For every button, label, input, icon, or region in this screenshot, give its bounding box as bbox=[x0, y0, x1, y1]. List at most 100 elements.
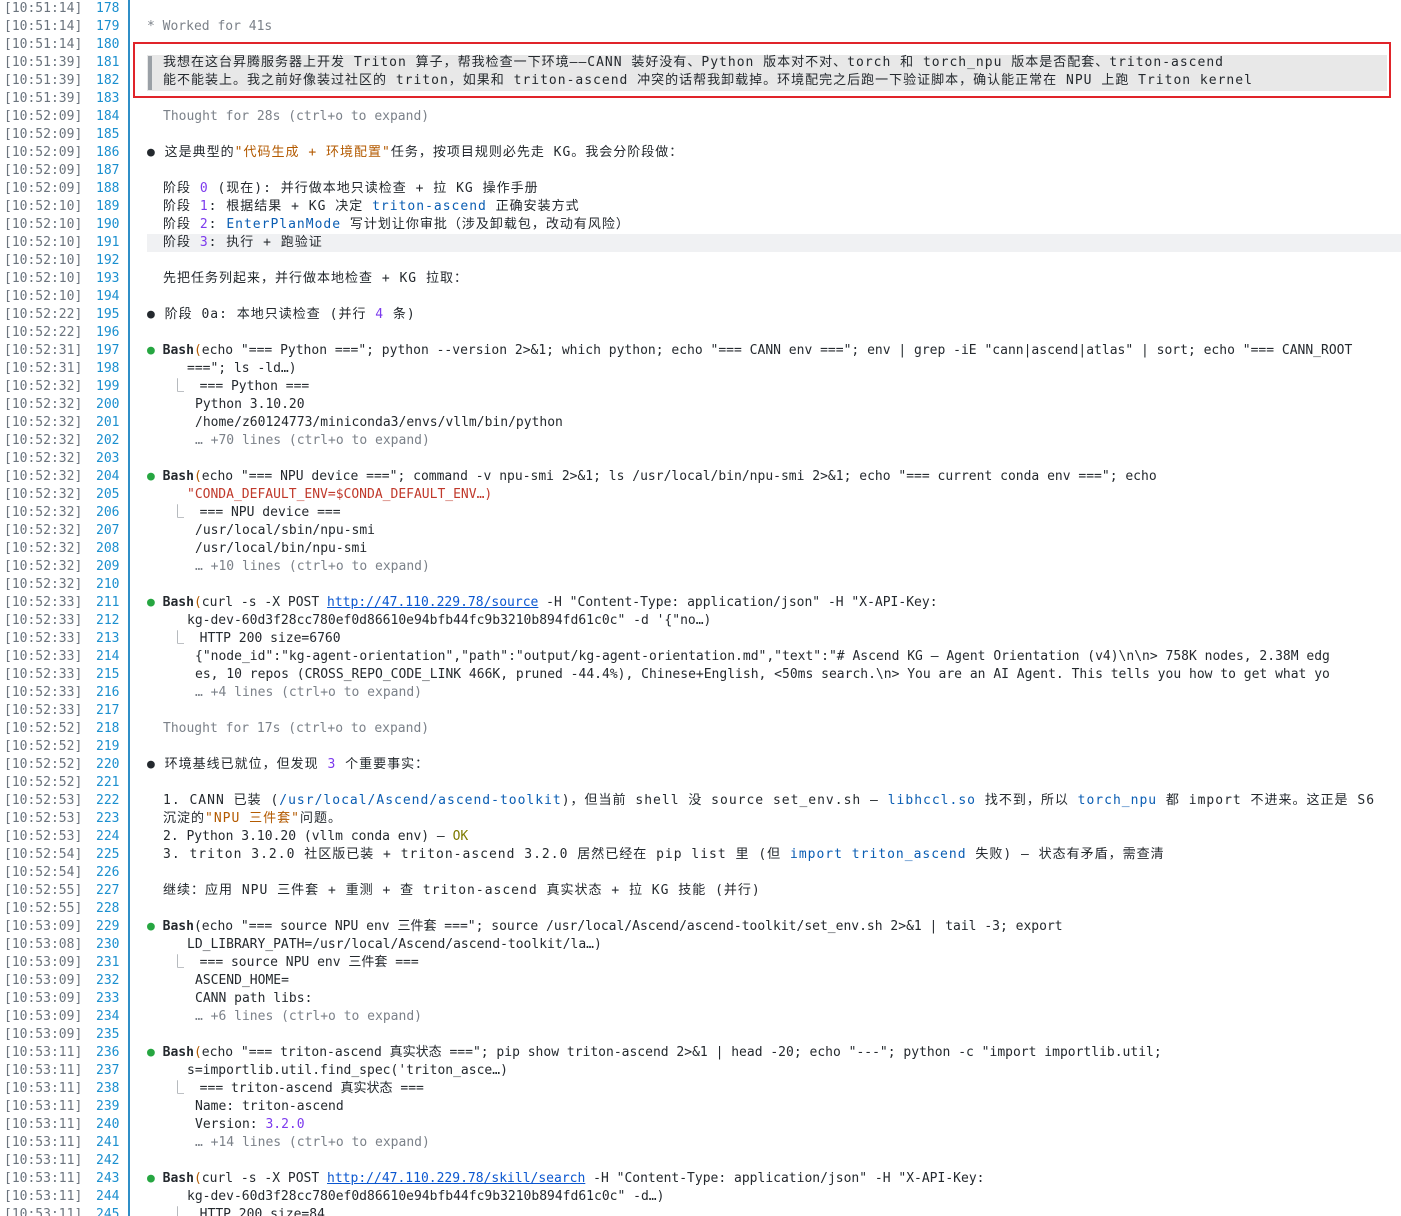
fact-1-cont: 沉淀的"NPU 三件套"问题。 bbox=[163, 811, 342, 826]
timestamp: [10:52:09] bbox=[4, 127, 83, 142]
timestamp: [10:53:11] bbox=[4, 1207, 83, 1216]
timestamp: [10:52:32] bbox=[4, 469, 83, 484]
line-number: 205 bbox=[96, 487, 120, 502]
timestamp: [10:51:14] bbox=[4, 37, 83, 52]
timestamp: [10:53:09] bbox=[4, 919, 83, 934]
timestamp: [10:52:22] bbox=[4, 307, 83, 322]
continue-line: 继续：应用 NPU 三件套 + 重测 + 查 triton-ascend 真实状… bbox=[163, 883, 761, 898]
bash-output: /usr/local/sbin/npu-smi bbox=[195, 523, 376, 538]
expand-more-lines[interactable]: … +70 lines (ctrl+o to expand) bbox=[131, 432, 1401, 450]
assistant-intro: ● 这是典型的"代码生成 + 环境配置"任务，按项目规则必先走 KG。我会分阶段… bbox=[147, 145, 684, 160]
line-number: 198 bbox=[96, 361, 120, 376]
terminal-window: [10:51:14] 178 [10:51:14] 179 [10:51:14] 180[… bbox=[0, 0, 1401, 1216]
line-number: 184 bbox=[96, 109, 120, 124]
source-url-link[interactable]: http://47.110.229.78/source bbox=[327, 595, 538, 610]
expand-more-lines[interactable]: … +10 lines (ctrl+o to expand) bbox=[131, 558, 1401, 576]
timestamp: [10:53:09] bbox=[4, 955, 83, 970]
timestamp: [10:52:33] bbox=[4, 613, 83, 628]
bash-call-npu-device[interactable]: ● Bash(echo "=== NPU device ==="; comman… bbox=[131, 468, 1401, 486]
timestamp: [10:53:09] bbox=[4, 991, 83, 1006]
timestamp: [10:53:11] bbox=[4, 1063, 83, 1078]
gutter-row: [10:52:32] 200 bbox=[0, 396, 119, 414]
facts-heading: ● 环境基线已就位，但发现 3 个重要事实： bbox=[147, 757, 430, 772]
skill-search-url-link[interactable]: http://47.110.229.78/skill/search bbox=[327, 1171, 585, 1186]
line-number: 234 bbox=[96, 1009, 120, 1024]
line-number: 221 bbox=[96, 775, 120, 790]
timestamp: [10:52:32] bbox=[4, 397, 83, 412]
gutter-row: [10:52:32] 208 bbox=[0, 540, 119, 558]
timestamp: [10:53:11] bbox=[4, 1135, 83, 1150]
timestamp: [10:52:32] bbox=[4, 577, 83, 592]
stage-0a-heading: ● 阶段 0a: 本地只读检查 (并行 4 条) bbox=[147, 307, 416, 322]
timestamp: [10:52:32] bbox=[4, 505, 83, 520]
timestamp: [10:52:53] bbox=[4, 793, 83, 808]
bash-call-kg-source[interactable]: ● Bash(curl -s -X POST http://47.110.229… bbox=[131, 594, 1401, 612]
line-number: 224 bbox=[96, 829, 120, 844]
timestamp: [10:52:53] bbox=[4, 829, 83, 844]
timestamp: [10:52:33] bbox=[4, 685, 83, 700]
line-number: 236 bbox=[96, 1045, 120, 1060]
gutter-row: [10:53:08] 230 bbox=[0, 936, 119, 954]
gutter-row: [10:53:09] 232 bbox=[0, 972, 119, 990]
line-number: 202 bbox=[96, 433, 120, 448]
bash-call-triton-ascend[interactable]: ● Bash(echo "=== triton-ascend 真实状态 ==="… bbox=[131, 1044, 1401, 1062]
bash-output: ⎿ === NPU device === bbox=[171, 505, 341, 520]
thought-line[interactable]: Thought for 17s (ctrl+o to expand) bbox=[131, 720, 1401, 738]
gutter-row: [10:52:10] 192 bbox=[0, 252, 119, 270]
line-number: 187 bbox=[96, 163, 120, 178]
thought-line[interactable]: Thought for 28s (ctrl+o to expand) bbox=[131, 108, 1401, 126]
fact-3: 3. triton 3.2.0 社区版已装 + triton-ascend 3.… bbox=[163, 847, 1165, 862]
timestamp: [10:53:11] bbox=[4, 1171, 83, 1186]
line-number: 183 bbox=[96, 91, 120, 106]
timestamp: [10:53:11] bbox=[4, 1099, 83, 1114]
gutter-row: [10:53:09] 233 bbox=[0, 990, 119, 1008]
stage-2: 阶段 2: EnterPlanMode 写计划让你审批（涉及卸载包，改动有风险） bbox=[163, 217, 630, 232]
gutter-row: [10:52:09] 188 bbox=[0, 180, 119, 198]
bash-output: /usr/local/bin/npu-smi bbox=[195, 541, 368, 556]
gutter-row: [10:53:11] 242 bbox=[0, 1152, 119, 1170]
gutter-row: [10:53:11] 245 bbox=[0, 1206, 119, 1216]
timestamp: [10:52:31] bbox=[4, 361, 83, 376]
gutter-row: [10:52:54] 225 bbox=[0, 846, 119, 864]
gutter-row: [10:53:11] 244 bbox=[0, 1188, 119, 1206]
timestamp: [10:52:53] bbox=[4, 811, 83, 826]
gutter-row: [10:52:32] 210 bbox=[0, 576, 119, 594]
expand-more-lines[interactable]: … +4 lines (ctrl+o to expand) bbox=[131, 684, 1401, 702]
gutter-row: [10:52:33] 212 bbox=[0, 612, 119, 630]
bash-output: es, 10 repos (CROSS_REPO_CODE_LINK 466K,… bbox=[195, 667, 1330, 682]
bash-output: CANN path libs: bbox=[195, 991, 313, 1006]
line-number: 196 bbox=[96, 325, 120, 340]
line-number: 218 bbox=[96, 721, 120, 736]
line-number: 235 bbox=[96, 1027, 120, 1042]
timestamp: [10:52:09] bbox=[4, 109, 83, 124]
gutter-row: [10:52:33] 216 bbox=[0, 684, 119, 702]
gutter-row: [10:52:22] 196 bbox=[0, 324, 119, 342]
line-number: 194 bbox=[96, 289, 120, 304]
gutter-row: [10:51:14] 178 bbox=[0, 0, 119, 18]
bash-output: ASCEND_HOME= bbox=[195, 973, 289, 988]
gutter-row: [10:52:32] 209 bbox=[0, 558, 119, 576]
line-number: 237 bbox=[96, 1063, 120, 1078]
line-number: 244 bbox=[96, 1189, 120, 1204]
expand-more-lines[interactable]: … +14 lines (ctrl+o to expand) bbox=[131, 1134, 1401, 1152]
bash-call-python-check[interactable]: ● Bash(echo "=== Python ==="; python --v… bbox=[131, 342, 1401, 360]
timestamp: [10:52:52] bbox=[4, 775, 83, 790]
timestamp: [10:52:54] bbox=[4, 847, 83, 862]
gutter-row: [10:52:33] 214 bbox=[0, 648, 119, 666]
line-number: 180 bbox=[96, 37, 120, 52]
gutter-row: [10:52:53] 224 bbox=[0, 828, 119, 846]
bash-call-skill-search[interactable]: ● Bash(curl -s -X POST http://47.110.229… bbox=[131, 1170, 1401, 1188]
worked-status: * Worked for 41s bbox=[147, 19, 273, 34]
bash-call-source-env[interactable]: ● Bash(echo "=== source NPU env 三件套 ==="… bbox=[131, 918, 1401, 936]
line-number: 178 bbox=[96, 1, 120, 16]
gutter-row: [10:52:52] 218 bbox=[0, 720, 119, 738]
gutter-row: [10:53:11] 237 bbox=[0, 1062, 119, 1080]
line-number: 188 bbox=[96, 181, 120, 196]
gutter-row: [10:52:10] 193 bbox=[0, 270, 119, 288]
expand-more-lines[interactable]: … +6 lines (ctrl+o to expand) bbox=[131, 1008, 1401, 1026]
gutter-row: [10:52:10] 190 bbox=[0, 216, 119, 234]
timestamp: [10:52:55] bbox=[4, 901, 83, 916]
timestamp: [10:53:08] bbox=[4, 937, 83, 952]
timestamp: [10:52:10] bbox=[4, 253, 83, 268]
gutter-row: [10:53:09] 229 bbox=[0, 918, 119, 936]
